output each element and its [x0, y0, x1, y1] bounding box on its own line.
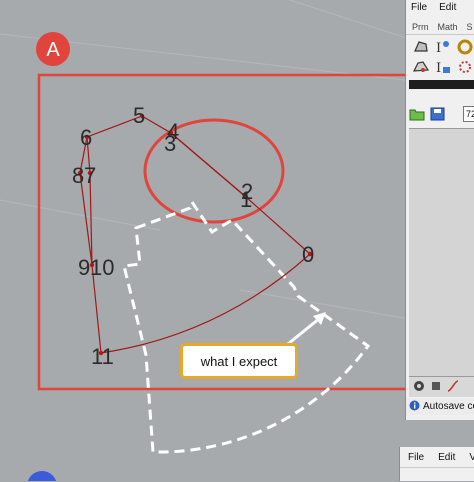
- tab-params[interactable]: Prm: [412, 22, 429, 32]
- autosave-status: Autosave co: [423, 401, 474, 412]
- point-label: 8: [72, 163, 84, 188]
- svg-text:I: I: [436, 41, 441, 55]
- point-label: 4: [167, 119, 179, 144]
- point-labels: 0 1 2 3 4 5 6 7 8 9 10 11: [72, 103, 314, 369]
- tab-sets[interactable]: S: [467, 22, 473, 32]
- svg-text:I: I: [436, 61, 441, 75]
- point-label: 6: [80, 125, 92, 150]
- point-label: 10: [90, 255, 114, 280]
- curve-icon[interactable]: [446, 379, 460, 396]
- rhino-viewport[interactable]: 0 1 2 3 4 5 6 7 8 9 10 11 A: [0, 0, 474, 481]
- point-label: 9: [78, 255, 90, 280]
- point-cloud-icon[interactable]: [457, 59, 473, 75]
- gh-bottom-toolbar: [409, 376, 474, 397]
- gh-canvas[interactable]: [409, 128, 474, 377]
- expected-shape-outline: [122, 198, 371, 454]
- gh-tabbar: Prm Math S: [406, 20, 474, 35]
- callout-text: what I expect: [200, 353, 278, 369]
- gh-statusbar: Autosave co: [406, 398, 474, 415]
- tab-math[interactable]: Math: [438, 22, 458, 32]
- callout-box: what I expect: [180, 343, 298, 379]
- gear-icon[interactable]: [412, 379, 426, 396]
- menu-file[interactable]: File: [408, 452, 424, 463]
- gh-menubar: File Edit: [406, 0, 474, 15]
- preview-toggle-icon[interactable]: [430, 379, 442, 396]
- menu-edit[interactable]: Edit: [438, 452, 455, 463]
- menu-file[interactable]: File: [411, 2, 427, 13]
- badge-b: [27, 471, 57, 481]
- menu-edit[interactable]: Edit: [439, 2, 456, 13]
- circle-param-icon[interactable]: [457, 39, 473, 55]
- open-file-icon[interactable]: [409, 107, 425, 124]
- grasshopper-panel: File Edit Prm Math S I I 7 Autosave co: [405, 0, 474, 420]
- menu-view[interactable]: V: [469, 452, 474, 463]
- point-label: 5: [133, 103, 145, 128]
- current-curve: [79, 115, 311, 354]
- zoom-field[interactable]: 72%: [463, 106, 474, 122]
- point-label: 11: [91, 344, 114, 369]
- point-label: 7: [84, 163, 96, 188]
- geometry-icon[interactable]: [413, 39, 429, 55]
- gh2-menubar: File Edit V: [400, 450, 474, 465]
- badge-a-label: A: [46, 39, 60, 61]
- gh2-tabbar: [400, 467, 474, 482]
- panel-divider: [409, 80, 474, 89]
- badge-a: A: [36, 32, 70, 66]
- point-label: 2: [241, 179, 253, 204]
- info-icon: [409, 400, 420, 414]
- callout-arrow: [287, 312, 326, 346]
- text-param-icon[interactable]: I: [435, 59, 451, 76]
- integer-icon[interactable]: I: [435, 39, 451, 56]
- surface-icon[interactable]: [412, 59, 430, 75]
- save-file-icon[interactable]: [430, 107, 446, 124]
- point-label: 0: [302, 242, 314, 267]
- grasshopper-panel-secondary: File Edit V: [399, 447, 474, 481]
